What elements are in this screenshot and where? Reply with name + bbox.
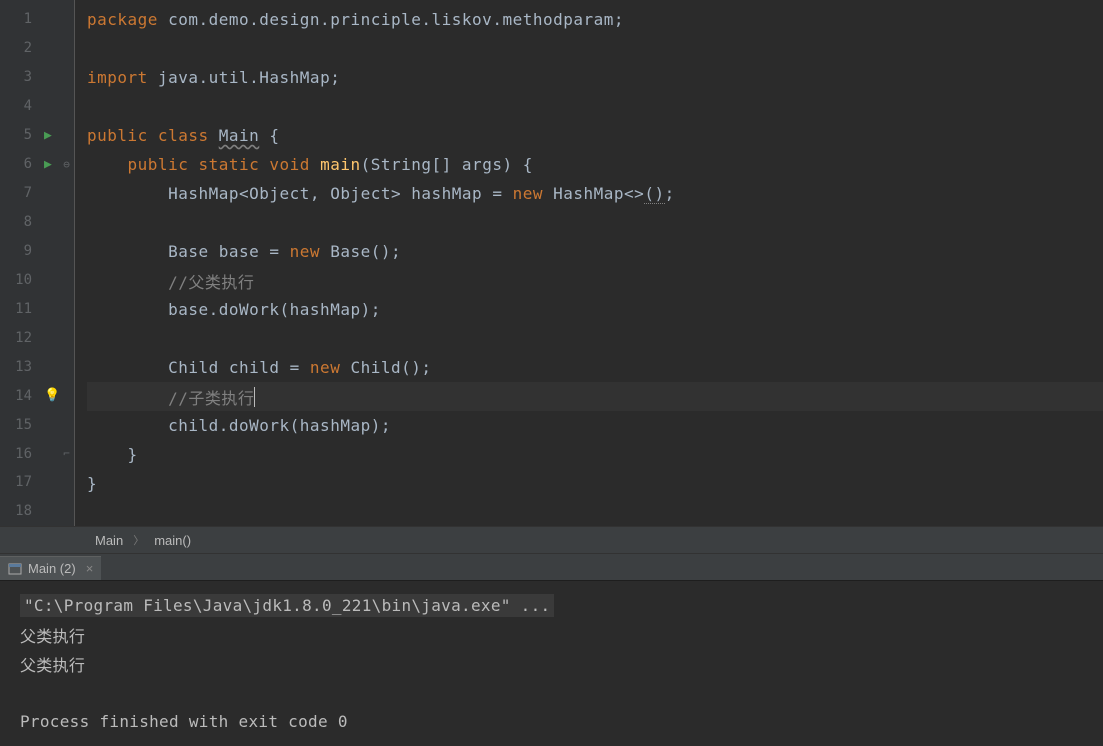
line-number: 6 (0, 156, 38, 172)
line-number: 15 (0, 417, 38, 433)
console-output[interactable]: "C:\Program Files\Java\jdk1.8.0_221\bin\… (0, 581, 1103, 746)
current-line[interactable]: //子类执行 (87, 382, 1103, 411)
console-text: 父类执行 (20, 620, 1083, 649)
line-number: 1 (0, 11, 38, 27)
line-number: 8 (0, 214, 38, 230)
console-tab[interactable]: Main (2) × (0, 556, 101, 580)
fold-marker-icon[interactable]: ⊖ (63, 158, 70, 171)
lightbulb-icon[interactable]: 💡 (44, 388, 60, 403)
line-number: 5 (0, 127, 38, 143)
console-exit-text: Process finished with exit code 0 (20, 707, 1083, 736)
gutter: 1 2 3 4 5 ▶ 6 ▶ ⊖ 7 8 9 10 11 12 13 14 💡… (0, 0, 75, 526)
fold-end-icon[interactable]: ⌐ (63, 447, 70, 460)
console-tab-label: Main (2) (28, 561, 76, 576)
console-text: 父类执行 (20, 649, 1083, 678)
run-tab-icon (8, 562, 22, 576)
line-number: 9 (0, 243, 38, 259)
console-tabs: Main (2) × (0, 554, 1103, 581)
run-icon[interactable]: ▶ (44, 128, 52, 143)
line-number: 13 (0, 359, 38, 375)
console-command: "C:\Program Files\Java\jdk1.8.0_221\bin\… (20, 594, 554, 617)
breadcrumb-item[interactable]: Main (95, 533, 123, 548)
line-number: 4 (0, 98, 38, 114)
line-number: 17 (0, 474, 38, 490)
line-number: 11 (0, 301, 38, 317)
breadcrumb-item[interactable]: main() (154, 533, 191, 548)
close-icon[interactable]: × (86, 561, 94, 576)
line-number: 3 (0, 69, 38, 85)
line-number: 12 (0, 330, 38, 346)
line-number: 2 (0, 40, 38, 56)
breadcrumb: Main 〉 main() (0, 526, 1103, 554)
line-number: 14 (0, 388, 38, 404)
code-editor[interactable]: package com.demo.design.principle.liskov… (75, 0, 1103, 526)
chevron-right-icon: 〉 (133, 532, 144, 548)
text-cursor (254, 387, 255, 407)
line-number: 16 (0, 446, 38, 462)
editor-area: 1 2 3 4 5 ▶ 6 ▶ ⊖ 7 8 9 10 11 12 13 14 💡… (0, 0, 1103, 526)
line-number: 10 (0, 272, 38, 288)
run-icon[interactable]: ▶ (44, 157, 52, 172)
line-number: 18 (0, 503, 38, 519)
line-number: 7 (0, 185, 38, 201)
